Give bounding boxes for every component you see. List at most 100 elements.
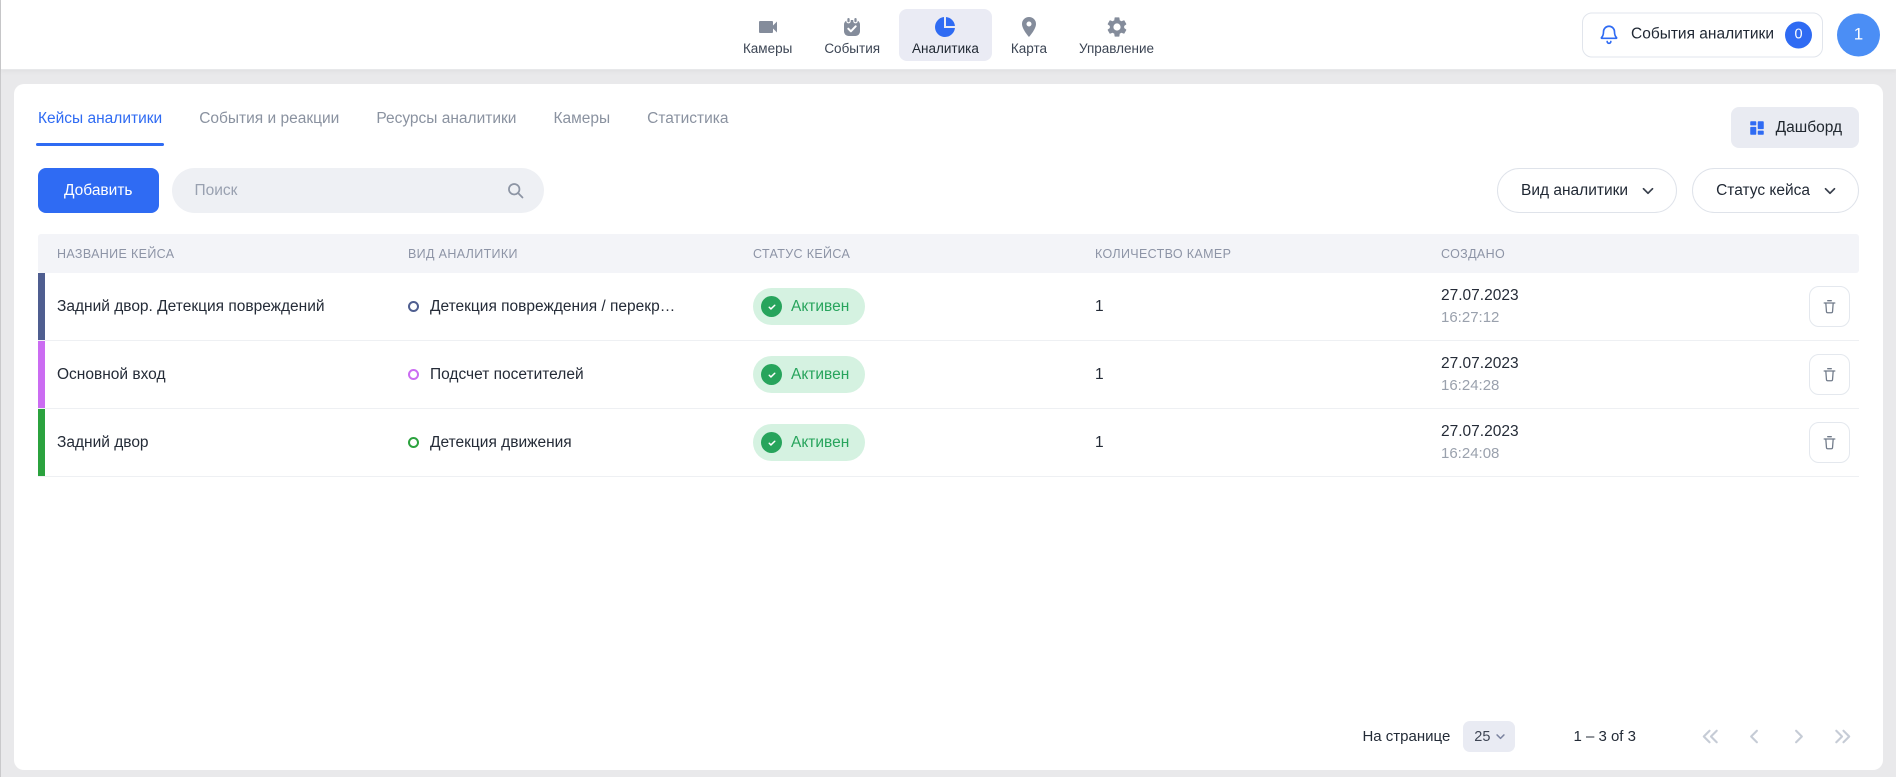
cases-table: НАЗВАНИЕ КЕЙСАВИД АНАЛИТИКИСТАТУС КЕЙСАК… bbox=[14, 234, 1883, 477]
trash-icon bbox=[1821, 366, 1838, 383]
check-icon bbox=[761, 296, 782, 317]
nav-item-label: Карта bbox=[1011, 41, 1047, 56]
table-row[interactable]: Задний двор Детекция движения Активен 1 … bbox=[38, 409, 1859, 477]
case-name: Задний двор bbox=[45, 434, 400, 452]
search-icon bbox=[505, 180, 526, 201]
per-page-select[interactable]: 25 bbox=[1463, 721, 1515, 752]
filter-label: Вид аналитики bbox=[1521, 182, 1628, 200]
cameras-count: 1 bbox=[1095, 366, 1441, 384]
events-button-label: События аналитики bbox=[1631, 26, 1774, 44]
gear-icon bbox=[1105, 15, 1129, 39]
filters: Вид аналитики Статус кейса bbox=[1497, 168, 1859, 213]
dashboard-grid-icon bbox=[1748, 119, 1766, 137]
nav-item-event[interactable]: События bbox=[811, 9, 893, 61]
first-page-button[interactable] bbox=[1698, 724, 1723, 749]
next-page-button[interactable] bbox=[1786, 724, 1811, 749]
created-date: 27.07.2023 bbox=[1441, 423, 1791, 441]
nav-item-gear[interactable]: Управление bbox=[1066, 9, 1167, 61]
row-accent-bar bbox=[38, 273, 45, 340]
tab-1[interactable]: События и реакции bbox=[199, 110, 339, 146]
tabs: Кейсы аналитики События и реакции Ресурсы … bbox=[38, 110, 729, 146]
cameras-count: 1 bbox=[1095, 298, 1441, 316]
pie-icon bbox=[933, 15, 957, 39]
topbar-right: События аналитики 0 1 bbox=[1582, 12, 1880, 57]
analytics-type: Детекция повреждения / перекр… bbox=[430, 298, 675, 316]
dashboard-button-label: Дашборд bbox=[1776, 119, 1842, 137]
filter-label: Статус кейса bbox=[1716, 182, 1810, 200]
delete-button[interactable] bbox=[1809, 286, 1850, 327]
created-time: 16:24:28 bbox=[1441, 377, 1791, 394]
delete-button[interactable] bbox=[1809, 422, 1850, 463]
analytics-type-icon bbox=[408, 301, 419, 312]
analytics-events-button[interactable]: События аналитики 0 bbox=[1582, 12, 1823, 57]
case-name: Основной вход bbox=[45, 366, 400, 384]
chevron-down-icon bbox=[1493, 729, 1508, 744]
row-accent-bar bbox=[38, 409, 45, 476]
prev-page-button[interactable] bbox=[1742, 724, 1767, 749]
table-header: НАЗВАНИЕ КЕЙСАВИД АНАЛИТИКИСТАТУС КЕЙСАК… bbox=[38, 234, 1859, 273]
column-header-1: ВИД АНАЛИТИКИ bbox=[400, 247, 751, 261]
created-date: 27.07.2023 bbox=[1441, 287, 1791, 305]
trash-icon bbox=[1821, 298, 1838, 315]
trash-icon bbox=[1821, 434, 1838, 451]
check-icon bbox=[761, 432, 782, 453]
nav-item-label: Управление bbox=[1079, 41, 1154, 56]
check-icon bbox=[761, 364, 782, 385]
column-header-0: НАЗВАНИЕ КЕЙСА bbox=[45, 247, 400, 261]
tabs-row: Кейсы аналитики События и реакции Ресурсы … bbox=[14, 84, 1883, 148]
tab-4[interactable]: Статистика bbox=[647, 110, 728, 146]
filter-dropdown-0[interactable]: Вид аналитики bbox=[1497, 168, 1677, 213]
created-time: 16:24:08 bbox=[1441, 445, 1791, 462]
events-count-badge: 0 bbox=[1785, 21, 1812, 48]
analytics-type-icon bbox=[408, 437, 419, 448]
status-badge: Активен bbox=[753, 288, 865, 325]
table-row[interactable]: Основной вход Подсчет посетителей Активе… bbox=[38, 341, 1859, 409]
cameras-count: 1 bbox=[1095, 434, 1441, 452]
pagination: На странице 25 1 – 3 of 3 bbox=[14, 721, 1883, 770]
dashboard-button[interactable]: Дашборд bbox=[1731, 107, 1859, 148]
status-label: Активен bbox=[791, 298, 849, 316]
nav-item-pie[interactable]: Аналитика bbox=[899, 9, 992, 61]
status-label: Активен bbox=[791, 366, 849, 384]
tab-0[interactable]: Кейсы аналитики bbox=[38, 110, 162, 146]
bell-icon bbox=[1598, 24, 1620, 46]
filter-dropdown-1[interactable]: Статус кейса bbox=[1692, 168, 1859, 213]
topbar: Камеры События Аналитика Карта Управлени… bbox=[1, 0, 1896, 70]
tab-3[interactable]: Камеры bbox=[553, 110, 610, 146]
nav-item-label: Аналитика bbox=[912, 41, 979, 56]
per-page-label: На странице bbox=[1362, 728, 1450, 745]
nav-item-label: Камеры bbox=[743, 41, 792, 56]
pager bbox=[1698, 724, 1855, 749]
per-page-value: 25 bbox=[1474, 729, 1490, 745]
delete-button[interactable] bbox=[1809, 354, 1850, 395]
status-label: Активен bbox=[791, 434, 849, 452]
last-page-button[interactable] bbox=[1830, 724, 1855, 749]
analytics-type-icon bbox=[408, 369, 419, 380]
search-input[interactable] bbox=[193, 181, 505, 201]
column-header-4: СОЗДАНО bbox=[1441, 247, 1791, 261]
created-date: 27.07.2023 bbox=[1441, 355, 1791, 373]
table-body: Задний двор. Детекция повреждений Детекц… bbox=[14, 273, 1883, 477]
column-header-2: СТАТУС КЕЙСА bbox=[751, 247, 1095, 261]
pin-icon bbox=[1017, 15, 1041, 39]
column-header-3: КОЛИЧЕСТВО КАМЕР bbox=[1095, 247, 1441, 261]
add-button[interactable]: Добавить bbox=[38, 168, 159, 213]
toolbar: Добавить Вид аналитики Статус кейса bbox=[14, 148, 1883, 213]
main-nav: Камеры События Аналитика Карта Управлени… bbox=[730, 9, 1167, 61]
nav-item-label: События bbox=[824, 41, 880, 56]
camera-icon bbox=[756, 15, 780, 39]
tab-2[interactable]: Ресурсы аналитики bbox=[376, 110, 516, 146]
event-icon bbox=[840, 15, 864, 39]
chevron-down-icon bbox=[1821, 182, 1839, 200]
status-badge: Активен bbox=[753, 424, 865, 461]
avatar[interactable]: 1 bbox=[1837, 13, 1880, 56]
case-name: Задний двор. Детекция повреждений bbox=[45, 298, 400, 316]
analytics-type: Подсчет посетителей bbox=[430, 366, 584, 384]
table-row[interactable]: Задний двор. Детекция повреждений Детекц… bbox=[38, 273, 1859, 341]
content-card: Кейсы аналитики События и реакции Ресурсы … bbox=[14, 84, 1883, 770]
nav-item-pin[interactable]: Карта bbox=[998, 9, 1060, 61]
nav-item-camera[interactable]: Камеры bbox=[730, 9, 805, 61]
status-badge: Активен bbox=[753, 356, 865, 393]
pagination-range: 1 – 3 of 3 bbox=[1573, 728, 1636, 745]
search-box[interactable] bbox=[172, 168, 544, 213]
